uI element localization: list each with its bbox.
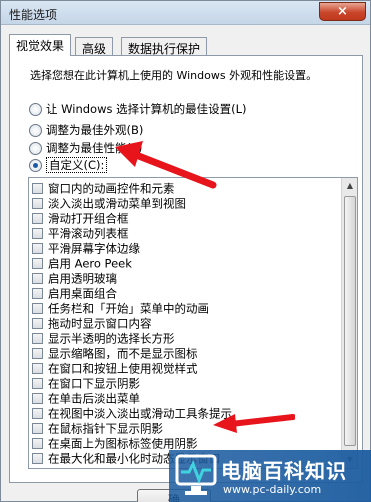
radio-let-windows-choose[interactable]: 让 Windows 选择计算机的最佳设置(L)	[29, 101, 247, 117]
effect-label: 在桌面上为图标标签使用阴影	[48, 436, 198, 451]
effect-list-item[interactable]: 平滑滚动列表框	[32, 226, 129, 241]
radio-best-appearance[interactable]: 调整为最佳外观(B)	[29, 122, 143, 138]
effect-checkbox[interactable]	[32, 213, 43, 224]
radio-label: 调整为最佳外观(B)	[46, 123, 144, 137]
pc-daily-logo-icon	[175, 454, 217, 495]
site-watermark: 电脑百科知识 www.pc-daily.com	[169, 450, 371, 502]
effect-checkbox[interactable]	[32, 273, 43, 284]
window-title: 性能选项	[9, 8, 58, 22]
radio-button[interactable]	[29, 141, 42, 155]
effect-list-item[interactable]: 在窗口和按钮上使用视觉样式	[32, 361, 198, 376]
effect-list-item[interactable]: 启用透明玻璃	[32, 271, 117, 286]
effect-label: 任务栏和「开始」菜单中的动画	[48, 301, 209, 316]
effect-label: 启用 Aero Peek	[48, 256, 132, 271]
effect-list-item[interactable]: 拖动时显示窗口内容	[32, 316, 152, 331]
tab-advanced[interactable]: 高级	[75, 37, 114, 56]
effect-label: 显示缩略图，而不是显示图标	[48, 346, 198, 361]
effect-label: 平滑屏幕字体边缘	[48, 241, 140, 256]
effect-checkbox[interactable]	[32, 318, 43, 329]
effect-checkbox[interactable]	[32, 303, 43, 314]
effect-label: 淡入淡出或滑动菜单到视图	[48, 196, 186, 211]
effect-list-item[interactable]: 滑动打开组合框	[32, 211, 129, 226]
effect-label: 启用透明玻璃	[48, 271, 117, 286]
effect-label: 在窗口和按钮上使用视觉样式	[48, 361, 198, 376]
effect-checkbox[interactable]	[32, 243, 43, 254]
effect-label: 在窗口下显示阴影	[48, 376, 140, 391]
visual-effects-panel: 选择您想在此计算机上使用的 Windows 外观和性能设置。 让 Windows…	[9, 55, 363, 483]
effect-list-item[interactable]: 淡入淡出或滑动菜单到视图	[32, 196, 186, 211]
effect-list-item[interactable]: 平滑屏幕字体边缘	[32, 241, 140, 256]
effect-list-item[interactable]: 在桌面上为图标标签使用阴影	[32, 436, 198, 451]
effect-checkbox[interactable]	[32, 363, 43, 374]
effect-list-item[interactable]: 显示半透明的选择长方形	[32, 331, 175, 346]
radio-button[interactable]	[29, 123, 42, 137]
intro-text: 选择您想在此计算机上使用的 Windows 外观和性能设置。	[30, 69, 318, 82]
effect-checkbox[interactable]	[32, 438, 43, 449]
effect-checkbox[interactable]	[32, 423, 43, 434]
effect-list-item[interactable]: 任务栏和「开始」菜单中的动画	[32, 301, 209, 316]
performance-options-dialog: 性能选项 × 视觉效果 高级 数据执行保护 选择您想在此计算机上使用的 Wind…	[0, 0, 371, 502]
effect-list-item[interactable]: 在窗口下显示阴影	[32, 376, 140, 391]
radio-label: 自定义(C):	[46, 157, 108, 173]
effect-checkbox[interactable]	[32, 453, 43, 464]
radio-label: 让 Windows 选择计算机的最佳设置(L)	[46, 102, 247, 116]
effect-checkbox[interactable]	[32, 228, 43, 239]
visual-effects-list[interactable]: 窗口内的动画控件和元素 淡入淡出或滑动菜单到视图 滑动打开组合框 平滑滚动列表框 平滑屏…	[28, 177, 358, 469]
watermark-url: www.pc-daily.com	[223, 483, 322, 496]
effect-checkbox[interactable]	[32, 348, 43, 359]
effect-label: 在视图中淡入淡出或滑动工具条提示	[48, 406, 232, 421]
effect-list-item[interactable]: 启用桌面组合	[32, 286, 117, 301]
effect-label: 在单击后淡出菜单	[48, 391, 140, 406]
effect-checkbox[interactable]	[32, 198, 43, 209]
title-bar[interactable]: 性能选项 ×	[1, 1, 370, 25]
effect-label: 滑动打开组合框	[48, 211, 129, 226]
effect-list-item[interactable]: 在单击后淡出菜单	[32, 391, 140, 406]
close-button[interactable]: ×	[319, 2, 366, 21]
red-arrow-annotation-custom	[115, 141, 217, 189]
effect-label: 平滑滚动列表框	[48, 226, 129, 241]
effect-checkbox[interactable]	[32, 408, 43, 419]
effect-checkbox[interactable]	[32, 378, 43, 389]
scroll-thumb[interactable]	[344, 196, 356, 446]
red-arrow-annotation-desktop-shadow	[213, 414, 295, 433]
effect-list-item[interactable]: 在视图中淡入淡出或滑动工具条提示	[32, 406, 232, 421]
effect-list-item[interactable]: 启用 Aero Peek	[32, 256, 132, 271]
effect-list-item[interactable]: 显示缩略图，而不是显示图标	[32, 346, 198, 361]
effect-checkbox[interactable]	[32, 393, 43, 404]
watermark-title: 电脑百科知识	[221, 459, 347, 483]
effect-checkbox[interactable]	[32, 288, 43, 299]
effect-label: 拖动时显示窗口内容	[48, 316, 152, 331]
tab-visual-effects[interactable]: 视觉效果	[9, 34, 72, 56]
effect-checkbox[interactable]	[32, 183, 43, 194]
effect-label: 在鼠标指针下显示阴影	[48, 421, 163, 436]
vertical-scrollbar[interactable]: ▲ ▼	[341, 178, 357, 468]
effect-label: 显示半透明的选择长方形	[48, 331, 175, 346]
effect-checkbox[interactable]	[32, 333, 43, 344]
effect-list-item[interactable]: 在鼠标指针下显示阴影	[32, 421, 163, 436]
effect-label: 启用桌面组合	[48, 286, 117, 301]
tab-data-execution-prevention[interactable]: 数据执行保护	[121, 37, 208, 56]
radio-custom[interactable]: 自定义(C):	[29, 157, 108, 173]
scroll-up-icon[interactable]: ▲	[343, 178, 357, 194]
effect-checkbox[interactable]	[32, 258, 43, 269]
radio-button[interactable]	[29, 102, 42, 116]
radio-button-checked[interactable]	[29, 158, 42, 172]
